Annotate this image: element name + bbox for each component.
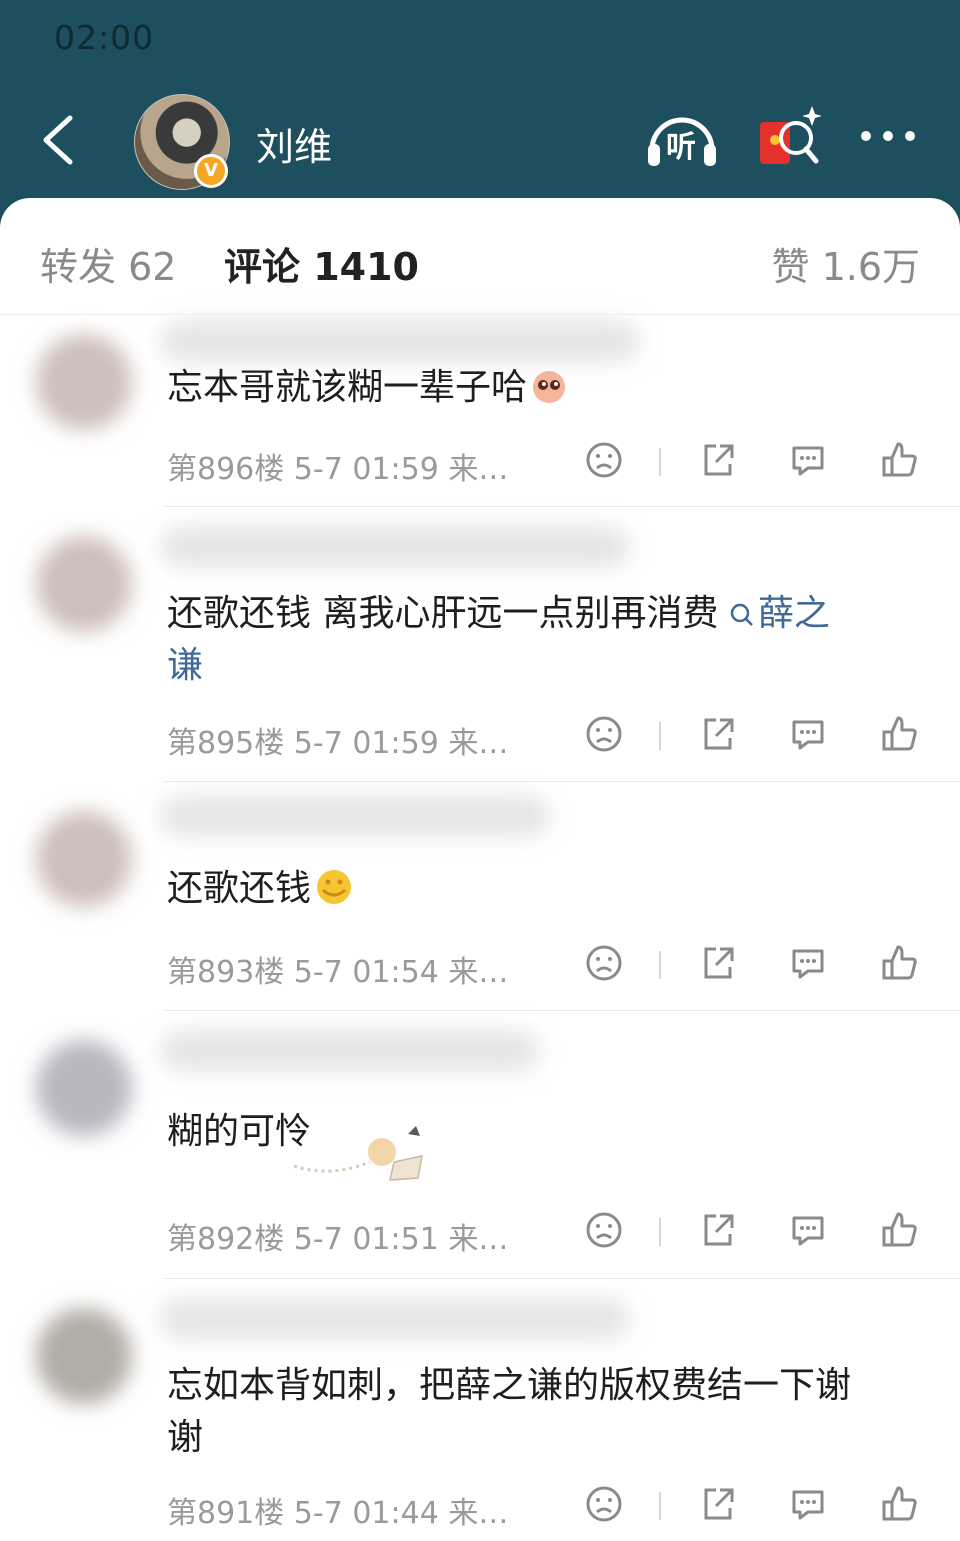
reply-bubble-icon[interactable]: [788, 943, 828, 983]
tab-comments[interactable]: 评论 1410: [224, 236, 419, 291]
username[interactable]: 刘维: [256, 116, 332, 171]
comment-text: 糊的可怜: [167, 1106, 927, 1158]
commenter-avatar[interactable]: [36, 1040, 132, 1136]
commenter-avatar[interactable]: [36, 334, 132, 430]
commenter-avatar[interactable]: [36, 1308, 132, 1404]
topic-text: 薛之: [757, 593, 830, 634]
listen-label: 听: [666, 130, 696, 165]
action-separator: [659, 951, 661, 979]
action-separator: [659, 448, 661, 476]
comment-body: 还歌还钱: [167, 868, 312, 909]
divider: [164, 1010, 960, 1011]
comment-body: 忘本哥就该糊一辈子哈: [167, 367, 528, 408]
action-separator: [659, 1218, 661, 1246]
share-icon[interactable]: [698, 1484, 738, 1524]
comment-text: 还歌还钱 离我心肝远一点别再消费 薛之谦: [167, 588, 927, 692]
commenter-avatar[interactable]: [36, 536, 132, 632]
comment-text: 忘如本背如刺，把薛之谦的版权费结一下谢谢: [167, 1360, 927, 1464]
tab-likes[interactable]: 赞 1.6万: [771, 236, 920, 291]
dislike-face-icon[interactable]: [584, 1210, 624, 1250]
like-thumb-icon[interactable]: [880, 440, 920, 480]
comment-body: 忘如本背如刺，把薛之谦的版权费结一下谢: [167, 1365, 852, 1406]
like-thumb-icon[interactable]: [880, 1484, 920, 1524]
reply-bubble-icon[interactable]: [788, 1484, 828, 1524]
yellow-face-emoji: [317, 870, 352, 904]
commenter-name[interactable]: [160, 320, 640, 362]
dislike-face-icon[interactable]: [584, 943, 624, 983]
share-icon[interactable]: [698, 440, 738, 480]
comments-sheet: 转发 62 评论 1410 赞 1.6万 忘本哥就该糊一辈子哈 第896楼 5-…: [0, 198, 960, 1541]
comment-actions: [584, 943, 924, 987]
comment-meta: 第891楼 5-7 01:44 来…: [167, 1496, 509, 1531]
listen-button[interactable]: 听: [644, 104, 720, 174]
back-arrow-icon[interactable]: [36, 112, 80, 168]
reply-bubble-icon[interactable]: [788, 440, 828, 480]
share-icon[interactable]: [698, 943, 738, 983]
verified-v-badge-icon: V: [194, 154, 228, 188]
commenter-name[interactable]: [160, 526, 630, 568]
commenter-name[interactable]: [160, 795, 550, 837]
sticker-decoration: [293, 1126, 423, 1181]
commenter-name[interactable]: [160, 1030, 540, 1072]
more-dots-icon[interactable]: [858, 128, 918, 144]
share-icon[interactable]: [698, 714, 738, 754]
tab-repost[interactable]: 转发 62: [40, 236, 176, 291]
comment-meta: 第892楼 5-7 01:51 来…: [167, 1222, 509, 1257]
comment-actions: [584, 440, 924, 484]
profile-avatar[interactable]: V: [134, 94, 230, 190]
divider: [164, 781, 960, 782]
reply-bubble-icon[interactable]: [788, 714, 828, 754]
topic-search-icon: [730, 603, 753, 626]
comment-body: 还歌还钱 离我心肝远一点别再消费: [167, 593, 719, 634]
dislike-face-icon[interactable]: [584, 1484, 624, 1524]
commenter-avatar[interactable]: [36, 811, 132, 907]
like-thumb-icon[interactable]: [880, 714, 920, 754]
comment-text: 忘本哥就该糊一辈子哈: [167, 362, 927, 414]
like-thumb-icon[interactable]: [880, 1210, 920, 1250]
pleading-face-emoji: [533, 371, 566, 403]
comment-body-cont: 谢: [167, 1417, 204, 1458]
comment-actions: [584, 714, 924, 758]
red-packet-search-button[interactable]: [758, 104, 822, 174]
dislike-face-icon[interactable]: [584, 714, 624, 754]
comment-meta: 第896楼 5-7 01:59 来…: [167, 452, 509, 487]
share-icon[interactable]: [698, 1210, 738, 1250]
divider: [164, 1278, 960, 1279]
reply-bubble-icon[interactable]: [788, 1210, 828, 1250]
comment-meta: 第893楼 5-7 01:54 来…: [167, 955, 509, 990]
comment-actions: [584, 1484, 924, 1528]
comment-actions: [584, 1210, 924, 1254]
comment-meta: 第895楼 5-7 01:59 来…: [167, 726, 509, 761]
like-thumb-icon[interactable]: [880, 943, 920, 983]
comment-text: 还歌还钱: [167, 863, 927, 915]
tab-bar: 转发 62 评论 1410 赞 1.6万: [0, 198, 960, 315]
status-time: 02:00: [54, 18, 155, 57]
topic-text-cont: 谦: [167, 645, 204, 686]
dislike-face-icon[interactable]: [584, 440, 624, 480]
red-packet-search-icon: [760, 106, 822, 164]
action-separator: [659, 1492, 661, 1520]
divider: [164, 506, 960, 507]
commenter-name[interactable]: [160, 1298, 630, 1340]
action-separator: [659, 722, 661, 750]
